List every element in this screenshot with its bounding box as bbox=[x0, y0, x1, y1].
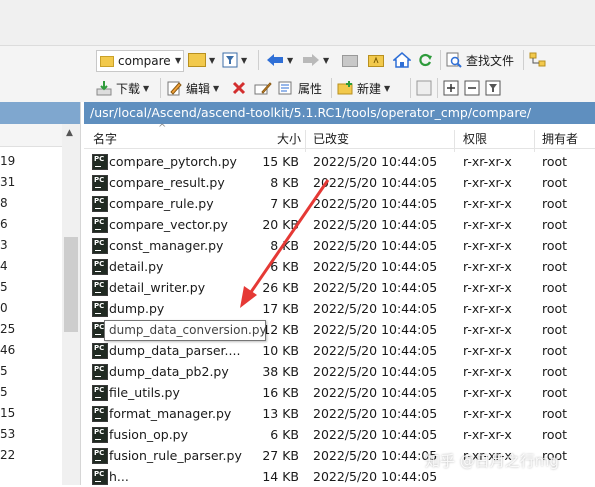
watermark: 知乎 @日月之行mg bbox=[425, 452, 559, 470]
annotation-arrow bbox=[240, 179, 330, 308]
